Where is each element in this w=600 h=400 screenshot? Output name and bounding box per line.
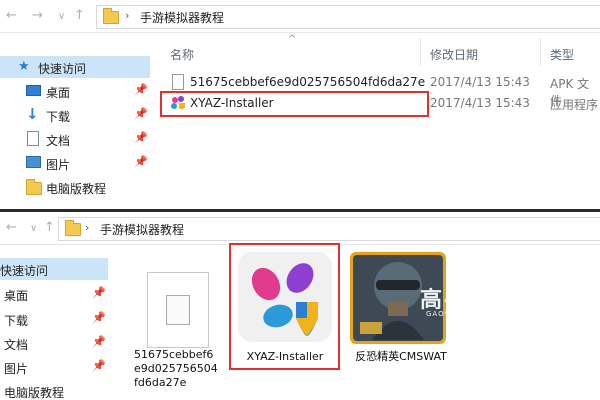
- breadcrumb-folder[interactable]: 手游模拟器教程: [100, 221, 184, 238]
- file-name: 51675cebbef6e9d025756504fd6da27e: [190, 75, 426, 89]
- column-header-name[interactable]: 名称: [170, 46, 194, 63]
- breadcrumb-folder[interactable]: 手游模拟器教程: [140, 9, 224, 26]
- file-type: 应用程序: [550, 98, 599, 112]
- sidebar-item-pictures[interactable]: 图片 📌: [0, 152, 150, 174]
- explorer-icons-pane: ← ∨ ↑ › 手游模拟器教程 快速访问 桌面 📌 下载 📌 文档 📌 图片 📌: [0, 212, 600, 400]
- address-path[interactable]: › 手游模拟器教程: [96, 5, 600, 29]
- folder-icon: [26, 179, 42, 195]
- sidebar-item-quick-access[interactable]: ★ 快速访问: [0, 56, 150, 78]
- explorer-details-pane: ← → ∨ ↑ › 手游模拟器教程 ★ 快速访问 桌面 📌 ↓ 下载 📌 文档 …: [0, 0, 600, 209]
- highlight-box: [160, 91, 429, 117]
- address-bar: ← → ∨ ↑ › 手游模拟器教程: [0, 0, 600, 33]
- sidebar-item-label: 图片: [4, 362, 29, 376]
- pin-icon[interactable]: 📌: [92, 335, 106, 348]
- blank-file-icon: [172, 74, 184, 90]
- file-row[interactable]: 51675cebbef6e9d025756504fd6da27e 2017/4/…: [160, 72, 600, 108]
- pin-icon[interactable]: 📌: [134, 155, 148, 168]
- highlight-box: [229, 243, 340, 370]
- sidebar-item-desktop[interactable]: 桌面 📌: [0, 80, 150, 102]
- file-date: 2017/4/13 15:43: [430, 75, 530, 89]
- sidebar-item-label: 下载: [46, 110, 71, 124]
- pin-icon[interactable]: 📌: [134, 107, 148, 120]
- breadcrumb-separator: ›: [125, 9, 130, 22]
- sidebar-item-label: 快速访问: [38, 62, 87, 76]
- back-icon[interactable]: ←: [6, 220, 17, 235]
- sidebar-item-pc-tutorials[interactable]: 电脑版教程: [0, 380, 108, 400]
- back-icon[interactable]: ←: [6, 8, 17, 23]
- file-tile[interactable]: 51675cebbef6e9d025756504fd6da27e: [130, 252, 224, 398]
- column-separator[interactable]: [540, 38, 541, 66]
- forward-icon[interactable]: →: [32, 8, 43, 23]
- sidebar-item-label: 电脑版教程: [46, 182, 107, 196]
- sidebar-item-label: 图片: [46, 158, 71, 172]
- star-icon: ★: [18, 59, 30, 74]
- sidebar-item-label: 文档: [4, 338, 29, 352]
- sidebar-item-documents[interactable]: 文档 📌: [0, 332, 108, 354]
- pictures-icon: [26, 156, 41, 168]
- sidebar-item-label: 下载: [4, 314, 29, 328]
- sidebar-item-label: 文档: [46, 134, 71, 148]
- sidebar-item-desktop[interactable]: 桌面 📌: [0, 283, 108, 305]
- sidebar-item-documents[interactable]: 文档 📌: [0, 128, 150, 150]
- blank-file-icon: [147, 272, 209, 348]
- breadcrumb-separator: ›: [85, 221, 90, 234]
- folder-icon: [103, 8, 119, 24]
- tile-label: 51675cebbef6e9d025756504fd6da27e: [134, 348, 218, 389]
- file-date: 2017/4/13 15:43: [430, 96, 530, 110]
- pin-icon[interactable]: 📌: [134, 131, 148, 144]
- watermark-domain: GAOSHOUYOU.COM: [426, 310, 510, 318]
- tile-label: 反恐精英CMSWAT: [355, 350, 447, 363]
- sidebar-item-pictures[interactable]: 图片 📌: [0, 356, 108, 378]
- column-separator[interactable]: [420, 38, 421, 66]
- sidebar-item-quick-access[interactable]: 快速访问: [0, 258, 108, 280]
- pin-icon[interactable]: 📌: [92, 286, 106, 299]
- column-header-date[interactable]: 修改日期: [430, 46, 478, 63]
- folder-icon: [65, 220, 81, 236]
- pin-icon[interactable]: 📌: [134, 83, 148, 96]
- sort-ascending-icon: ^: [288, 34, 297, 45]
- column-header-type[interactable]: 类型: [550, 46, 574, 63]
- sidebar-item-pc-tutorials[interactable]: 电脑版教程: [0, 176, 150, 198]
- address-bar: ← ∨ ↑ › 手游模拟器教程: [0, 212, 600, 245]
- recent-dropdown-icon[interactable]: ∨: [58, 11, 65, 22]
- pin-icon[interactable]: 📌: [92, 311, 106, 324]
- sidebar-item-label: 桌面: [46, 86, 71, 100]
- sidebar-item-label: 电脑版教程: [4, 386, 65, 400]
- up-icon[interactable]: ↑: [74, 8, 85, 23]
- sidebar-item-downloads[interactable]: ↓ 下载 📌: [0, 104, 150, 126]
- sidebar-item-downloads[interactable]: 下载 📌: [0, 308, 108, 330]
- download-icon: ↓: [26, 105, 39, 123]
- up-icon[interactable]: ↑: [44, 220, 55, 235]
- sidebar-item-label: 快速访问: [0, 264, 49, 278]
- recent-dropdown-icon[interactable]: ∨: [30, 223, 37, 234]
- address-path[interactable]: › 手游模拟器教程: [58, 217, 600, 241]
- sidebar-item-label: 桌面: [4, 289, 29, 303]
- document-icon: [27, 131, 39, 146]
- desktop-icon: [26, 85, 41, 96]
- pin-icon[interactable]: 📌: [92, 359, 106, 372]
